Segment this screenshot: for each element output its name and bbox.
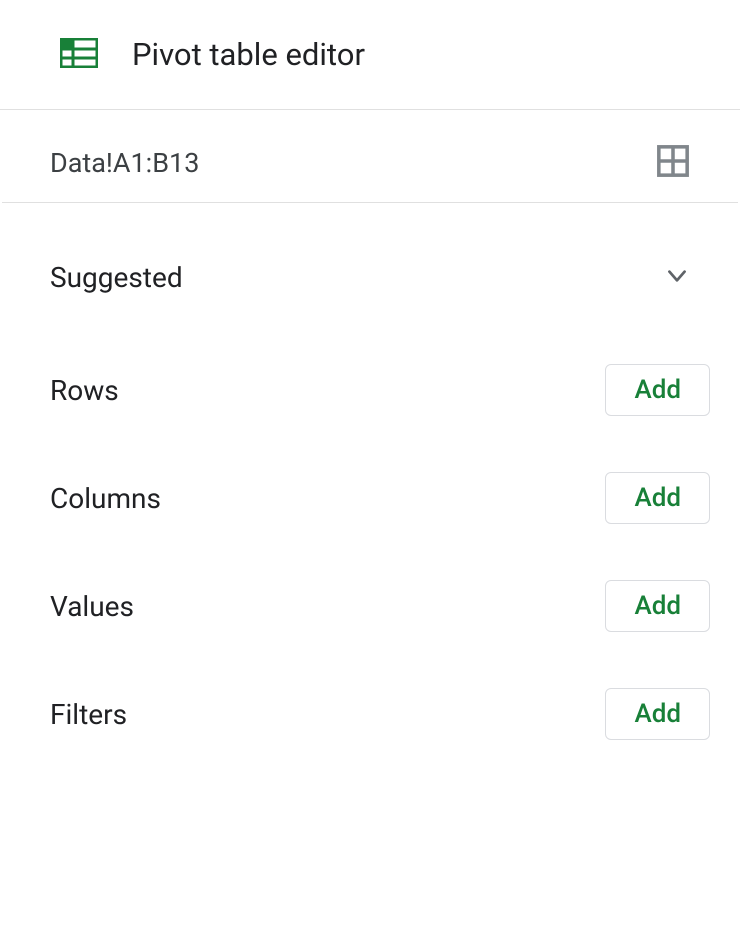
data-range-row: Data!A1:B13 (2, 110, 738, 203)
panel-header: Pivot table editor (0, 0, 740, 110)
pivot-table-editor-panel: Pivot table editor Data!A1:B13 Suggested… (0, 0, 740, 935)
filters-label: Filters (50, 698, 127, 731)
chevron-down-icon (664, 263, 690, 293)
rows-section: Rows Add (0, 336, 740, 444)
rows-label: Rows (50, 374, 119, 407)
values-label: Values (50, 590, 134, 623)
data-range-text: Data!A1:B13 (50, 147, 199, 179)
panel-title: Pivot table editor (132, 36, 365, 73)
filters-section: Filters Add (0, 660, 740, 768)
pivot-table-icon (60, 38, 98, 72)
add-rows-button[interactable]: Add (605, 364, 710, 416)
select-range-button[interactable] (656, 144, 690, 182)
add-filters-button[interactable]: Add (605, 688, 710, 740)
add-values-button[interactable]: Add (605, 580, 710, 632)
suggested-row[interactable]: Suggested (0, 203, 740, 324)
columns-section: Columns Add (0, 444, 740, 552)
add-columns-button[interactable]: Add (605, 472, 710, 524)
values-section: Values Add (0, 552, 740, 660)
columns-label: Columns (50, 482, 161, 515)
suggested-label: Suggested (50, 261, 183, 294)
sections-container: Rows Add Columns Add Values Add Filters … (0, 324, 740, 768)
